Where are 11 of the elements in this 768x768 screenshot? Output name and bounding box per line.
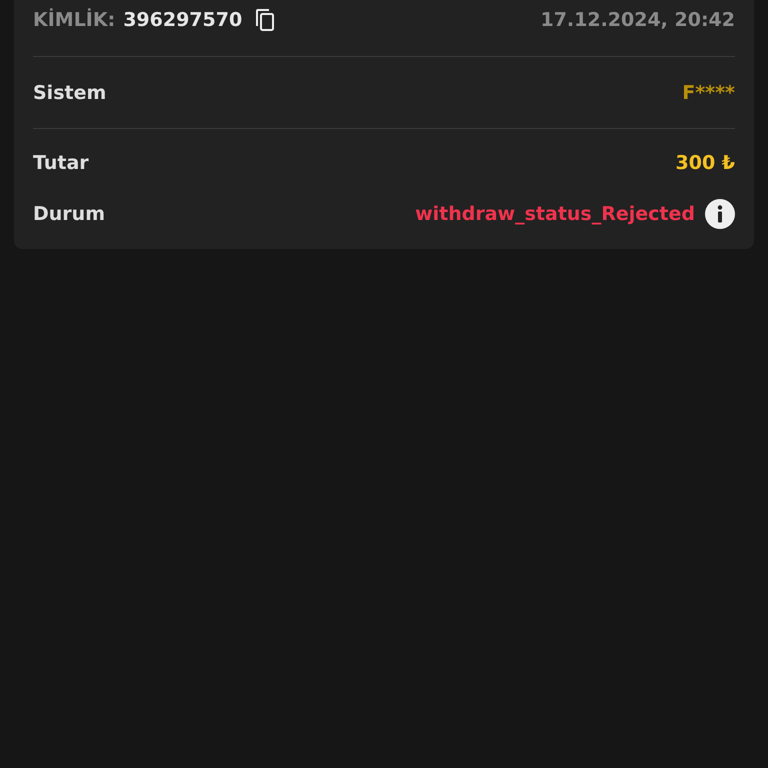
- id-label: KİMLİK:: [33, 9, 116, 31]
- detail-value: withdraw_status_Rejected: [415, 203, 695, 225]
- date-time: 17.12.2024, 20:42: [540, 9, 735, 31]
- system-label: Sistem: [33, 82, 106, 104]
- copy-icon[interactable]: [254, 8, 276, 32]
- detail-value: 300 ₺: [676, 152, 735, 174]
- id-value: 396297570: [123, 9, 242, 31]
- detail-label: Tutar: [33, 152, 89, 174]
- info-icon[interactable]: [705, 199, 735, 229]
- system-value: F****: [682, 82, 735, 104]
- detail-label: Durum: [33, 203, 105, 225]
